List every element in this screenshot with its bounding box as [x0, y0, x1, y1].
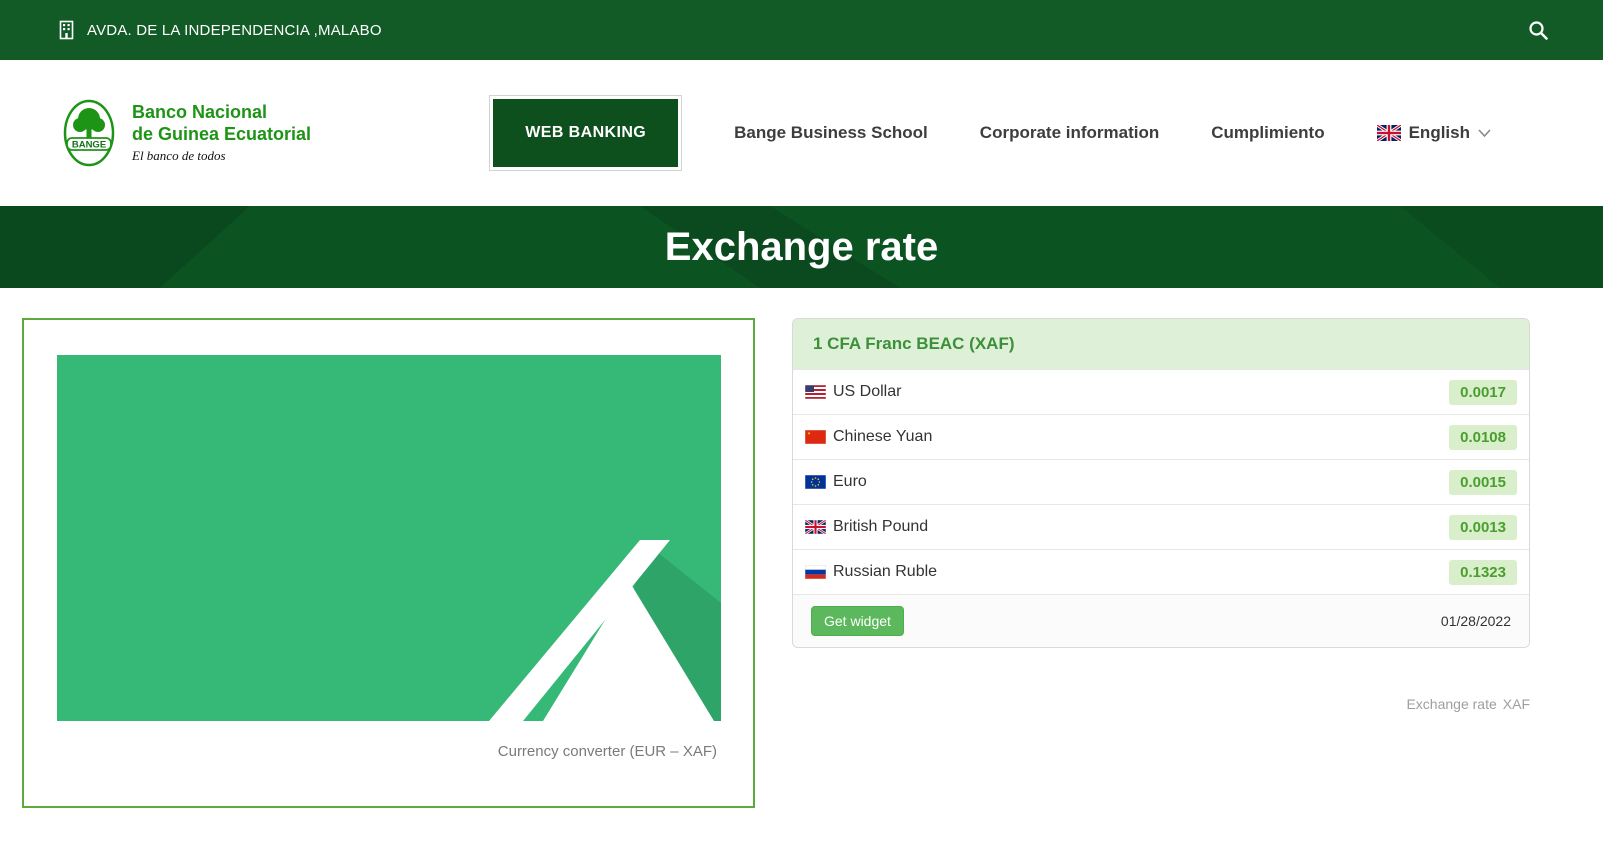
web-banking-button-wrap: WEB BANKING	[489, 95, 682, 171]
rate-currency-name: US Dollar	[833, 383, 901, 401]
uk-flag-icon	[1377, 125, 1401, 141]
rate-row-euro: Euro 0.0015	[793, 459, 1529, 504]
rates-date: 01/28/2022	[1441, 613, 1511, 629]
rate-value-badge: 0.0013	[1449, 515, 1517, 540]
bank-name-line2: de Guinea Ecuatorial	[132, 124, 311, 145]
converter-caption: Currency converter (EUR – XAF)	[24, 743, 753, 760]
site-header: BANGE Banco Nacional de Guinea Ecuatoria…	[0, 60, 1603, 206]
us-flag-icon	[805, 385, 826, 399]
page-banner: Exchange rate	[0, 206, 1603, 288]
exchange-rate-widget: 1 CFA Franc BEAC (XAF) US Dollar 0.0017 …	[792, 318, 1530, 648]
bange-tree-logo-icon: BANGE	[58, 98, 120, 168]
rates-title: 1 CFA Franc BEAC (XAF)	[813, 334, 1015, 353]
main-nav: WEB BANKING Bange Business School Corpor…	[489, 95, 1491, 171]
branch-address: AVDA. DE LA INDEPENDENCIA ,MALABO	[57, 20, 382, 40]
branch-address-text: AVDA. DE LA INDEPENDENCIA ,MALABO	[87, 22, 382, 39]
svg-text:BANGE: BANGE	[72, 140, 106, 151]
rate-currency-name: Russian Ruble	[833, 563, 937, 581]
language-label: English	[1409, 123, 1470, 143]
eu-flag-icon	[805, 475, 826, 489]
rate-currency-name: British Pound	[833, 518, 928, 536]
exchange-rate-xaf-note: Exchange rate XAF	[792, 696, 1530, 712]
footer-note-left: Exchange rate	[1406, 696, 1496, 712]
chevron-down-icon	[1478, 129, 1491, 137]
rate-row-chinese-yuan: Chinese Yuan 0.0108	[793, 414, 1529, 459]
get-widget-button[interactable]: Get widget	[811, 606, 904, 636]
china-flag-icon	[805, 430, 826, 444]
bank-tagline: El banco de todos	[132, 148, 311, 164]
rates-header: 1 CFA Franc BEAC (XAF)	[793, 319, 1529, 369]
rate-currency-name: Euro	[833, 473, 867, 491]
rate-value-badge: 0.0108	[1449, 425, 1517, 450]
building-icon	[57, 20, 76, 40]
rates-footer: Get widget 01/28/2022	[793, 594, 1529, 647]
search-icon	[1527, 19, 1549, 41]
nav-cumplimiento[interactable]: Cumplimiento	[1211, 123, 1324, 143]
rate-value-badge: 0.1323	[1449, 560, 1517, 585]
nav-web-banking[interactable]: WEB BANKING	[493, 99, 678, 167]
nav-corporate-information[interactable]: Corporate information	[980, 123, 1159, 143]
currency-converter-widget-image	[57, 355, 721, 721]
page-title: Exchange rate	[0, 206, 1603, 288]
currency-converter-card: Currency converter (EUR – XAF)	[22, 318, 755, 808]
rate-row-russian-ruble: Russian Ruble 0.1323	[793, 549, 1529, 594]
main-content: Currency converter (EUR – XAF) 1 CFA Fra…	[0, 288, 1603, 808]
nav-business-school[interactable]: Bange Business School	[734, 123, 928, 143]
rates-column: 1 CFA Franc BEAC (XAF) US Dollar 0.0017 …	[792, 318, 1530, 712]
rate-row-british-pound: British Pound 0.0013	[793, 504, 1529, 549]
page: AVDA. DE LA INDEPENDENCIA ,MALABO BANGE	[0, 0, 1603, 861]
topbar: AVDA. DE LA INDEPENDENCIA ,MALABO	[0, 0, 1603, 60]
language-selector[interactable]: English	[1377, 123, 1491, 143]
rate-value-badge: 0.0017	[1449, 380, 1517, 405]
rate-row-us-dollar: US Dollar 0.0017	[793, 369, 1529, 414]
search-button[interactable]	[1521, 13, 1555, 47]
bank-logo[interactable]: BANGE Banco Nacional de Guinea Ecuatoria…	[58, 98, 311, 168]
russia-flag-icon	[805, 565, 826, 579]
rate-currency-name: Chinese Yuan	[833, 428, 932, 446]
footer-note-right: XAF	[1503, 696, 1530, 712]
bank-name: Banco Nacional de Guinea Ecuatorial El b…	[132, 102, 311, 163]
rate-value-badge: 0.0015	[1449, 470, 1517, 495]
uk-flag-icon	[805, 520, 826, 534]
bank-name-line1: Banco Nacional	[132, 102, 311, 123]
